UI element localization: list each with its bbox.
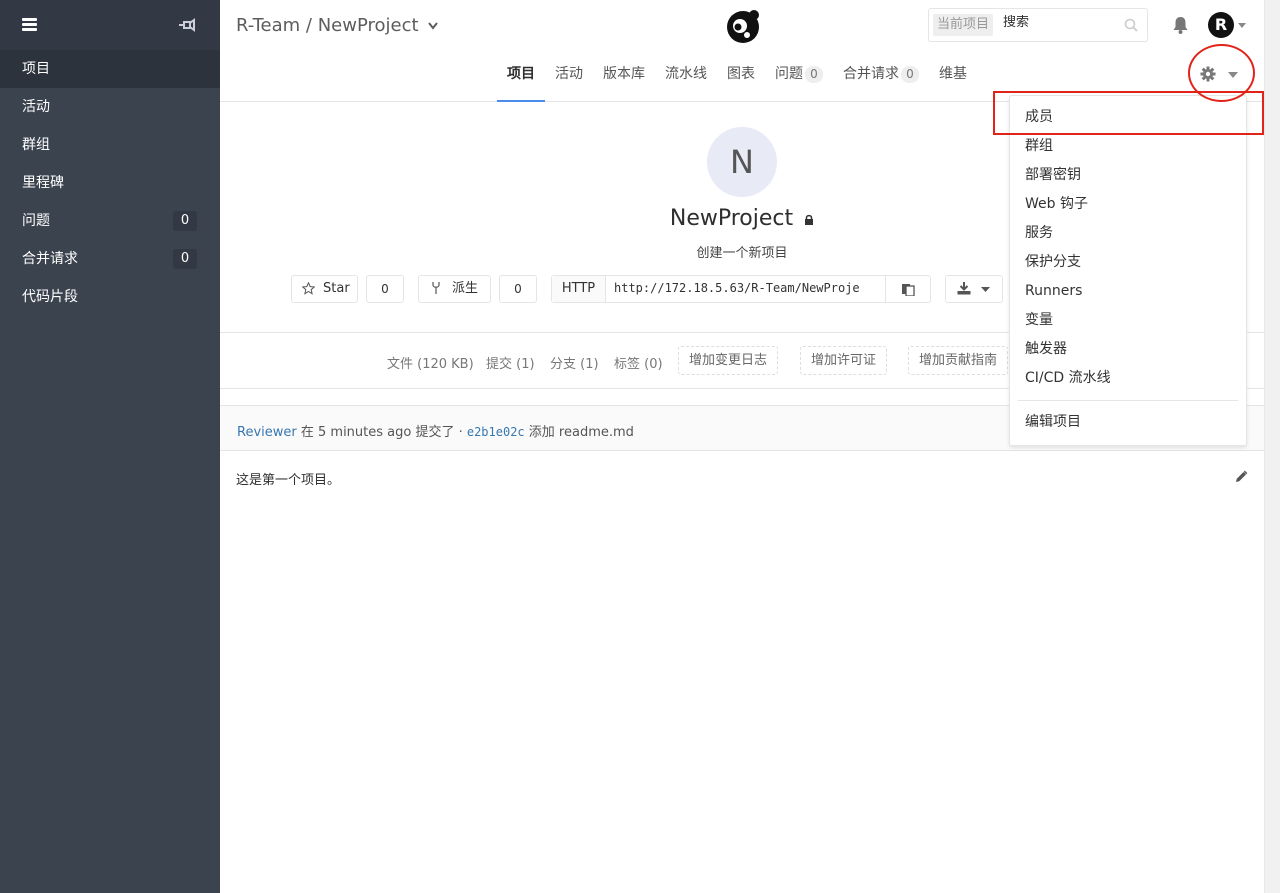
tab-repository[interactable]: 版本库	[593, 50, 655, 101]
scrollbar[interactable]	[1264, 0, 1280, 893]
star-count[interactable]: 0	[366, 275, 404, 303]
search-icon[interactable]	[1124, 18, 1138, 32]
commit-hash-link[interactable]: e2b1e02c	[467, 425, 525, 439]
hamburger-menu-icon[interactable]	[22, 18, 37, 31]
menu-item-groups[interactable]: 群组	[1010, 132, 1246, 161]
sidebar-item-snippets[interactable]: 代码片段	[0, 278, 220, 316]
sidebar: 项目 活动 群组 里程碑 问题 0 合并请求 0 代码片段	[0, 0, 220, 893]
tab-project[interactable]: 项目	[497, 50, 545, 102]
tab-issues[interactable]: 问题 0	[765, 50, 833, 101]
download-icon	[957, 282, 971, 295]
menu-item-edit-project[interactable]: 编辑项目	[1010, 408, 1246, 437]
commits-link[interactable]: 提交 (1)	[486, 353, 535, 372]
sidebar-item-merge-requests[interactable]: 合并请求 0	[0, 240, 220, 278]
add-license-button[interactable]: 增加许可证	[800, 346, 888, 375]
tab-activity[interactable]: 活动	[545, 50, 593, 101]
issues-tab-count: 0	[805, 66, 823, 83]
branches-link[interactable]: 分支 (1)	[550, 353, 599, 372]
tab-merge-requests[interactable]: 合并请求 0	[833, 50, 929, 101]
user-avatar[interactable]: R	[1208, 12, 1234, 38]
menu-item-cicd-pipelines[interactable]: CI/CD 流水线	[1010, 364, 1246, 393]
clone-protocol-button[interactable]: HTTP	[552, 276, 606, 302]
chevron-down-icon	[428, 22, 439, 30]
add-contributing-button[interactable]: 增加贡献指南	[908, 346, 1009, 375]
settings-dropdown-button[interactable]	[1200, 64, 1246, 86]
menu-item-members[interactable]: 成员	[1010, 103, 1246, 132]
sidebar-item-milestones[interactable]: 里程碑	[0, 164, 220, 202]
issues-count-badge: 0	[173, 211, 197, 231]
star-button[interactable]: Star	[291, 275, 358, 303]
caret-down-icon	[1228, 72, 1238, 78]
breadcrumb[interactable]: R-Team / NewProject	[236, 15, 439, 36]
fork-icon	[432, 282, 440, 294]
fork-count[interactable]: 0	[499, 275, 537, 303]
menu-divider	[1018, 400, 1238, 401]
download-button[interactable]	[945, 275, 1003, 303]
menu-item-deploy-keys[interactable]: 部署密钥	[1010, 161, 1246, 190]
files-link[interactable]: 文件 (120 KB)	[387, 353, 474, 372]
sidebar-item-projects[interactable]: 项目	[0, 50, 220, 88]
project-description: 创建一个新项目	[696, 246, 788, 261]
caret-down-icon	[981, 287, 990, 292]
gear-icon	[1200, 66, 1216, 82]
header: R-Team / NewProject 当前项目 R	[220, 0, 1264, 50]
merge-requests-count-badge: 0	[173, 249, 197, 269]
clipboard-icon	[902, 284, 915, 296]
menu-item-protected-branches[interactable]: 保护分支	[1010, 248, 1246, 277]
pencil-icon[interactable]	[1234, 470, 1248, 484]
readme-content: 这是第一个项目。	[236, 473, 341, 488]
tab-pipelines[interactable]: 流水线	[655, 50, 717, 101]
menu-item-webhooks[interactable]: Web 钩子	[1010, 190, 1246, 219]
copy-url-button[interactable]	[885, 276, 930, 302]
bell-icon[interactable]	[1172, 16, 1189, 34]
commit-author-link[interactable]: Reviewer	[237, 425, 297, 440]
sidebar-top	[0, 0, 220, 50]
menu-item-variables[interactable]: 变量	[1010, 306, 1246, 335]
clone-url-group: HTTP	[551, 275, 931, 303]
project-avatar: N	[707, 127, 777, 197]
merge-requests-tab-count: 0	[901, 66, 919, 83]
sidebar-item-groups[interactable]: 群组	[0, 126, 220, 164]
menu-item-services[interactable]: 服务	[1010, 219, 1246, 248]
settings-dropdown-menu: 成员 群组 部署密钥 Web 钩子 服务 保护分支 Runners 变量 触发器…	[1009, 95, 1247, 446]
search-box[interactable]: 当前项目	[928, 8, 1148, 42]
search-input[interactable]	[1003, 15, 1113, 30]
star-icon	[302, 282, 315, 295]
sidebar-item-issues[interactable]: 问题 0	[0, 202, 220, 240]
menu-item-triggers[interactable]: 触发器	[1010, 335, 1246, 364]
sidebar-item-activity[interactable]: 活动	[0, 88, 220, 126]
tab-graphs[interactable]: 图表	[717, 50, 765, 101]
tags-link[interactable]: 标签 (0)	[614, 353, 663, 372]
lock-icon	[805, 214, 814, 225]
search-scope-label: 当前项目	[933, 14, 994, 36]
clone-url-input[interactable]	[614, 281, 882, 295]
add-changelog-button[interactable]: 增加变更日志	[678, 346, 779, 375]
fork-button[interactable]: 派生	[418, 275, 491, 303]
logo-icon[interactable]	[725, 8, 761, 44]
tab-wiki[interactable]: 维基	[929, 50, 977, 101]
menu-item-runners[interactable]: Runners	[1010, 277, 1246, 306]
avatar-caret-icon[interactable]	[1238, 23, 1246, 28]
pin-icon[interactable]	[178, 17, 196, 33]
project-title: NewProject	[420, 206, 1064, 231]
last-commit-info: Reviewer 在 5 minutes ago 提交了 · e2b1e02c …	[237, 425, 634, 440]
